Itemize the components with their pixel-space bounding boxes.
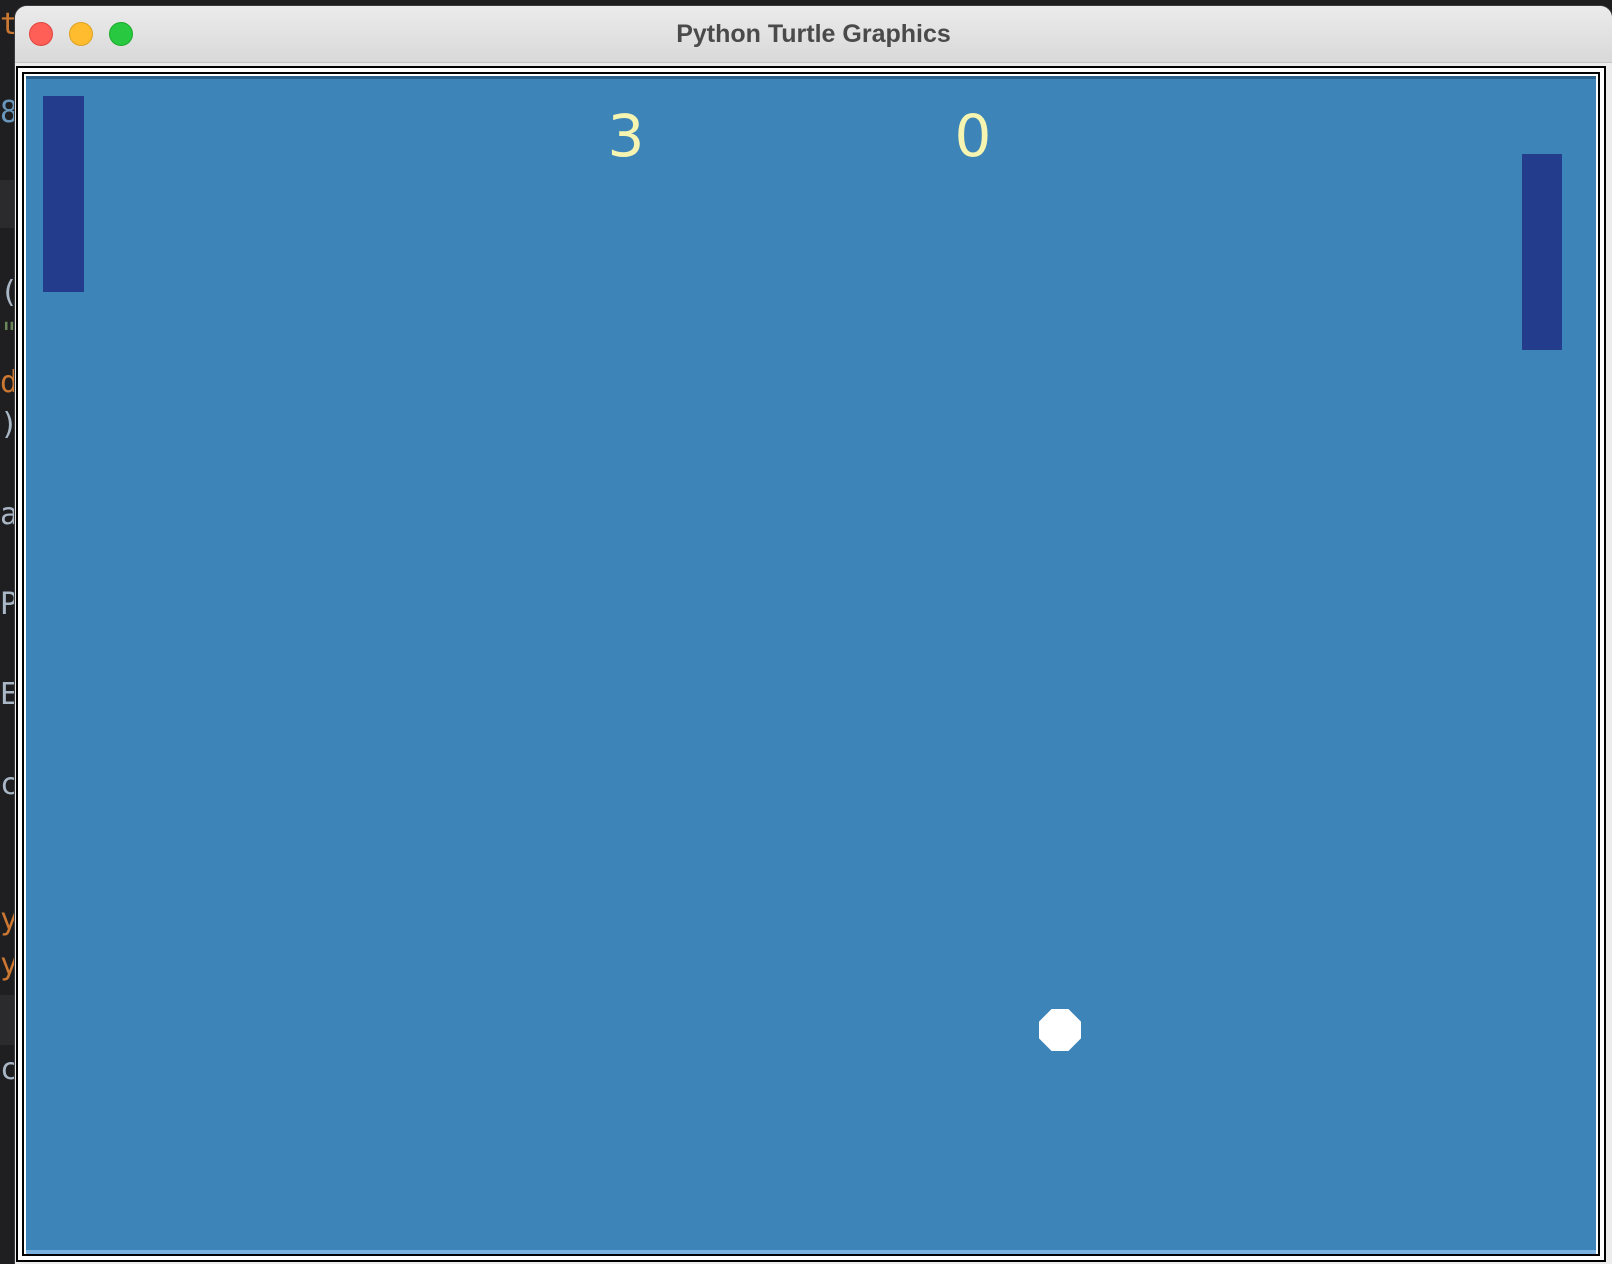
window-title: Python Turtle Graphics bbox=[676, 20, 951, 48]
canvas-bottom-edge bbox=[26, 1250, 1596, 1254]
close-button[interactable] bbox=[29, 22, 53, 46]
game-canvas[interactable]: 3 0 bbox=[26, 76, 1596, 1254]
canvas-frame: 3 0 bbox=[16, 66, 1606, 1262]
turtle-window: Python Turtle Graphics 3 0 bbox=[15, 6, 1612, 1264]
right-paddle bbox=[1522, 154, 1562, 350]
minimize-button[interactable] bbox=[69, 22, 93, 46]
ball bbox=[1039, 1009, 1081, 1051]
maximize-button[interactable] bbox=[109, 22, 133, 46]
title-bar[interactable]: Python Turtle Graphics bbox=[15, 6, 1612, 63]
left-paddle bbox=[43, 96, 84, 292]
score-right: 0 bbox=[954, 102, 992, 170]
score-left: 3 bbox=[607, 102, 645, 170]
